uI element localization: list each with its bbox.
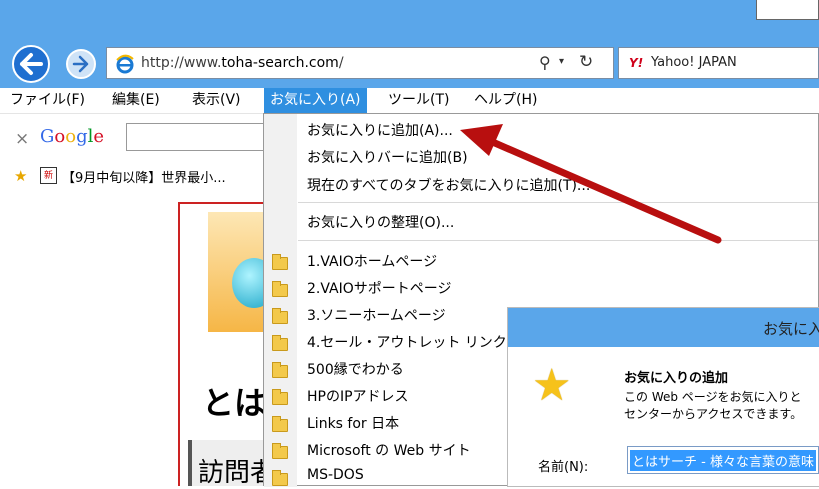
close-icon[interactable]: × [15, 129, 29, 149]
name-field-label: 名前(N): [538, 460, 589, 475]
page-heading: とは [202, 384, 267, 422]
folder-icon [272, 389, 288, 405]
menu-separator [298, 240, 818, 241]
favorites-folder-item[interactable]: 1.VAIOホームページ [307, 251, 437, 271]
folder-icon [272, 335, 288, 351]
favorites-folder-item[interactable]: Links for 日本 [307, 413, 399, 433]
tab-yahoo-japan[interactable]: Y! Yahoo! JAPAN [618, 47, 819, 79]
google-search-input[interactable] [126, 123, 276, 151]
menu-bar: ファイル(F) 編集(E) 表示(V) お気に入り(A) ツール(T) ヘルプ(… [0, 88, 819, 114]
menu-favorites[interactable]: お気に入り(A) [264, 88, 367, 113]
dialog-description: センターからアクセスできます。 [624, 407, 803, 421]
menu-edit[interactable]: 編集(E) [106, 88, 166, 113]
menu-tools[interactable]: ツール(T) [382, 88, 455, 113]
search-icon[interactable]: ⚲ [539, 53, 551, 72]
back-button[interactable] [12, 45, 50, 83]
back-arrow-icon [20, 53, 43, 75]
menu-item-add-to-favorites-bar[interactable]: お気に入りバーに追加(B) [307, 147, 468, 167]
favorites-folder-item[interactable]: 3.ソニーホームページ [307, 305, 446, 325]
favorite-site-icon: 新 [40, 167, 57, 184]
dialog-title: お気に入 [763, 320, 819, 338]
folder-icon [272, 281, 288, 297]
menu-item-add-all-tabs[interactable]: 現在のすべてのタブをお気に入りに追加(T)... [307, 175, 590, 195]
name-field-value: とはサーチ - 様々な言葉の意味 [630, 450, 816, 471]
google-logo: Google [40, 126, 105, 147]
dialog-title-bar: お気に入 [508, 308, 819, 347]
forward-button[interactable] [66, 49, 96, 79]
tab-title: Yahoo! JAPAN [651, 55, 737, 70]
add-to-favorites-bar-icon[interactable]: ★ [14, 167, 27, 185]
favorites-folder-item[interactable]: 500縁でわかる [307, 359, 404, 379]
name-field[interactable]: とはサーチ - 様々な言葉の意味 [627, 446, 819, 474]
yahoo-favicon-icon: Y! [629, 56, 644, 70]
menu-item-organize-favorites[interactable]: お気に入りの整理(O)... [307, 212, 454, 232]
chevron-down-icon[interactable]: ▾ [559, 56, 564, 67]
forward-arrow-icon [72, 55, 89, 73]
menu-separator [298, 202, 818, 203]
favorites-folder-item[interactable]: 4.セール・アウトレット リンク集 [307, 332, 521, 352]
folder-icon [272, 254, 288, 270]
add-favorite-dialog: お気に入 ★ お気に入りの追加 この Web ページをお気に入りと センターから… [508, 308, 819, 486]
folder-icon [272, 308, 288, 324]
folder-icon [272, 362, 288, 378]
refresh-icon[interactable]: ↻ [579, 52, 593, 72]
address-bar[interactable]: http://www.toha-search.com/ ⚲ ▾ ↻ [106, 47, 614, 79]
favorites-bar-item[interactable]: 【9月中旬以降】世界最小... [62, 167, 226, 186]
folder-icon [272, 416, 288, 432]
address-url[interactable]: http://www.toha-search.com/ [141, 55, 344, 71]
dialog-heading: お気に入りの追加 [624, 371, 729, 386]
folder-icon [272, 470, 288, 486]
folder-icon [272, 443, 288, 459]
menu-item-add-to-favorites[interactable]: お気に入りに追加(A)... [307, 120, 453, 140]
favorites-folder-item[interactable]: MS-DOS [307, 467, 364, 483]
favorite-star-icon: ★ [532, 360, 572, 411]
menu-file[interactable]: ファイル(F) [4, 88, 91, 113]
title-bar [0, 0, 819, 40]
dialog-description: この Web ページをお気に入りと [624, 390, 802, 404]
ie-logo-icon [116, 54, 134, 74]
favorites-folder-item[interactable]: Microsoft の Web サイト [307, 440, 471, 460]
menu-help[interactable]: ヘルプ(H) [468, 88, 543, 113]
page-subheading: 訪問者 [188, 440, 276, 488]
favorites-folder-item[interactable]: 2.VAIOサポートページ [307, 278, 451, 298]
window-corner-box [756, 0, 819, 20]
menu-view[interactable]: 表示(V) [186, 88, 247, 113]
favorites-folder-item[interactable]: HPのIPアドレス [307, 386, 409, 406]
